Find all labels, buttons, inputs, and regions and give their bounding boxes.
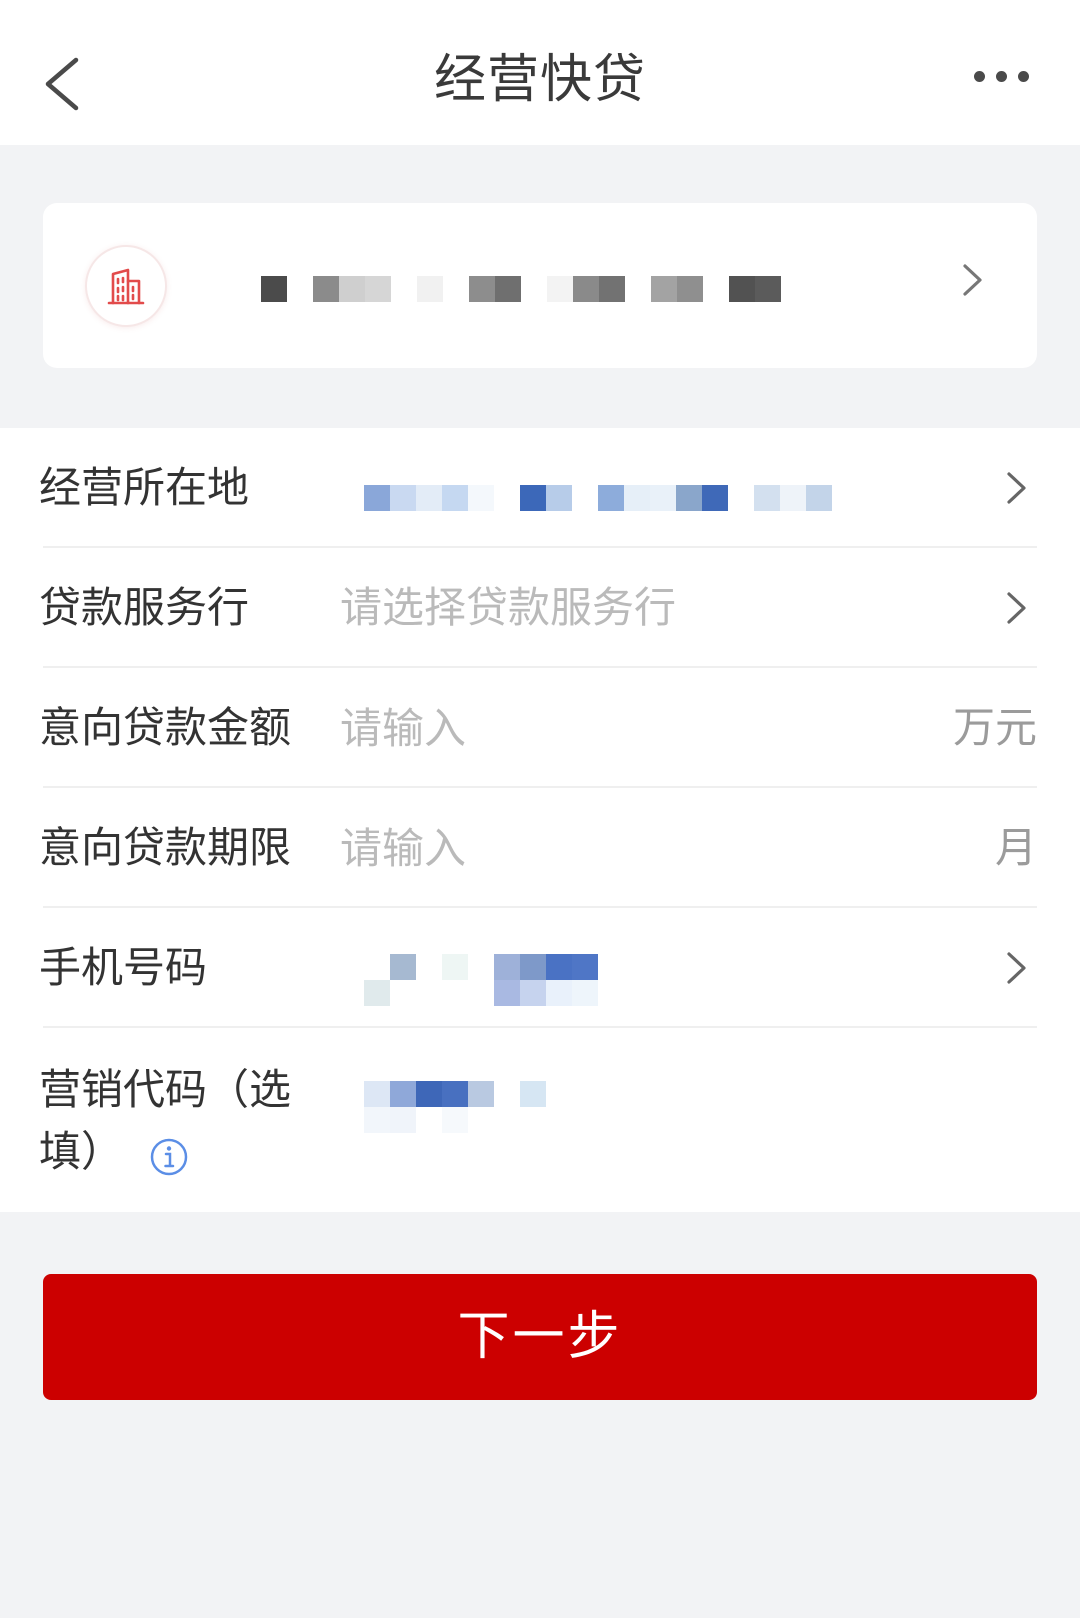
loan-amount-unit: 万元 xyxy=(952,703,1037,752)
mosaic-block xyxy=(676,485,702,511)
mosaic-block xyxy=(755,276,781,302)
company-selector-card[interactable] xyxy=(43,203,1037,368)
mosaic-block xyxy=(442,485,468,511)
info-icon[interactable] xyxy=(149,1132,189,1175)
top-nav-bar: 经营快贷 xyxy=(0,0,1080,145)
mosaic-block xyxy=(494,980,520,1006)
next-step-button[interactable]: 下一步 xyxy=(43,1274,1037,1400)
dot xyxy=(1018,71,1029,82)
chevron-left-icon xyxy=(45,57,79,111)
chevron-right-icon xyxy=(963,264,982,296)
company-name-masked xyxy=(261,276,781,328)
mosaic-block xyxy=(390,1081,416,1107)
chevron-right-icon xyxy=(1007,952,1026,984)
mosaic-block xyxy=(442,1081,468,1107)
mosaic-block xyxy=(573,276,599,302)
mosaic-block xyxy=(547,276,573,302)
mosaic-block xyxy=(520,980,546,1006)
phone-number-label: 手机号码 xyxy=(39,943,208,992)
mosaic-block xyxy=(546,980,572,1006)
mosaic-block xyxy=(729,276,755,302)
loan-application-form: 经营所在地 贷款服务行 请选择贷款服务行 意向贷款金额 万元 意向贷款期限 月 … xyxy=(0,428,1080,1212)
mosaic-block xyxy=(495,276,521,302)
mosaic-block xyxy=(416,485,442,511)
back-button[interactable] xyxy=(30,48,100,120)
mosaic-block xyxy=(546,485,572,511)
row-business-location[interactable]: 经营所在地 xyxy=(0,428,1080,548)
mosaic-block xyxy=(313,276,339,302)
mosaic-block xyxy=(572,980,598,1006)
mosaic-block xyxy=(520,954,546,980)
loan-amount-label: 意向贷款金额 xyxy=(39,703,292,752)
phone-number-value-masked xyxy=(364,954,884,1006)
row-loan-bank[interactable]: 贷款服务行 请选择贷款服务行 xyxy=(0,548,1080,668)
dot xyxy=(974,71,985,82)
mosaic-block xyxy=(442,954,468,980)
mosaic-block xyxy=(364,1081,390,1107)
mosaic-block xyxy=(702,485,728,511)
mosaic-block xyxy=(468,485,494,511)
mosaic-block xyxy=(650,485,676,511)
mosaic-block xyxy=(261,276,287,302)
mosaic-block xyxy=(754,485,780,511)
more-button[interactable] xyxy=(964,60,1040,94)
company-avatar xyxy=(85,245,167,327)
mosaic-block xyxy=(416,1081,442,1107)
loan-term-unit: 月 xyxy=(994,823,1037,872)
mosaic-block xyxy=(364,980,390,1006)
building-icon xyxy=(107,268,145,305)
mosaic-block xyxy=(339,276,365,302)
loan-term-input[interactable] xyxy=(340,818,860,878)
mosaic-block xyxy=(390,485,416,511)
mosaic-block xyxy=(546,954,572,980)
loan-amount-input[interactable] xyxy=(340,698,860,758)
chevron-right-icon xyxy=(1007,472,1026,504)
mosaic-block xyxy=(572,954,598,980)
mosaic-block xyxy=(520,485,546,511)
mosaic-block xyxy=(364,485,390,511)
mosaic-block xyxy=(780,485,806,511)
loan-bank-label: 贷款服务行 xyxy=(39,583,250,632)
marketing-code-label-wrap: 营销代码（选填） xyxy=(39,1059,307,1183)
mosaic-block xyxy=(365,276,391,302)
mosaic-block xyxy=(624,485,650,511)
row-loan-amount: 意向贷款金额 万元 xyxy=(0,668,1080,788)
row-loan-term: 意向贷款期限 月 xyxy=(0,788,1080,908)
mosaic-block xyxy=(469,276,495,302)
page-title: 经营快贷 xyxy=(433,50,646,110)
loan-term-label: 意向贷款期限 xyxy=(39,823,292,872)
row-phone-number[interactable]: 手机号码 xyxy=(0,908,1080,1028)
mosaic-block xyxy=(468,1081,494,1107)
dot xyxy=(996,71,1007,82)
mosaic-block xyxy=(364,1107,390,1133)
mosaic-block xyxy=(598,485,624,511)
mosaic-block xyxy=(677,276,703,302)
info-icon-glyph xyxy=(150,1138,188,1175)
business-location-label: 经营所在地 xyxy=(39,463,250,512)
mosaic-block xyxy=(651,276,677,302)
mosaic-block xyxy=(417,276,443,302)
row-marketing-code: 营销代码（选填） xyxy=(0,1028,1080,1212)
mosaic-block xyxy=(390,954,416,980)
marketing-code-value-masked[interactable] xyxy=(364,1081,884,1133)
mosaic-block xyxy=(494,954,520,980)
mosaic-block xyxy=(390,1107,416,1133)
loan-bank-select[interactable]: 请选择贷款服务行 xyxy=(340,548,676,668)
mosaic-block xyxy=(599,276,625,302)
mosaic-block xyxy=(520,1081,546,1107)
business-location-value-masked xyxy=(364,485,884,537)
mosaic-block xyxy=(806,485,832,511)
mosaic-block xyxy=(442,1107,468,1133)
chevron-right-icon xyxy=(1007,592,1026,624)
